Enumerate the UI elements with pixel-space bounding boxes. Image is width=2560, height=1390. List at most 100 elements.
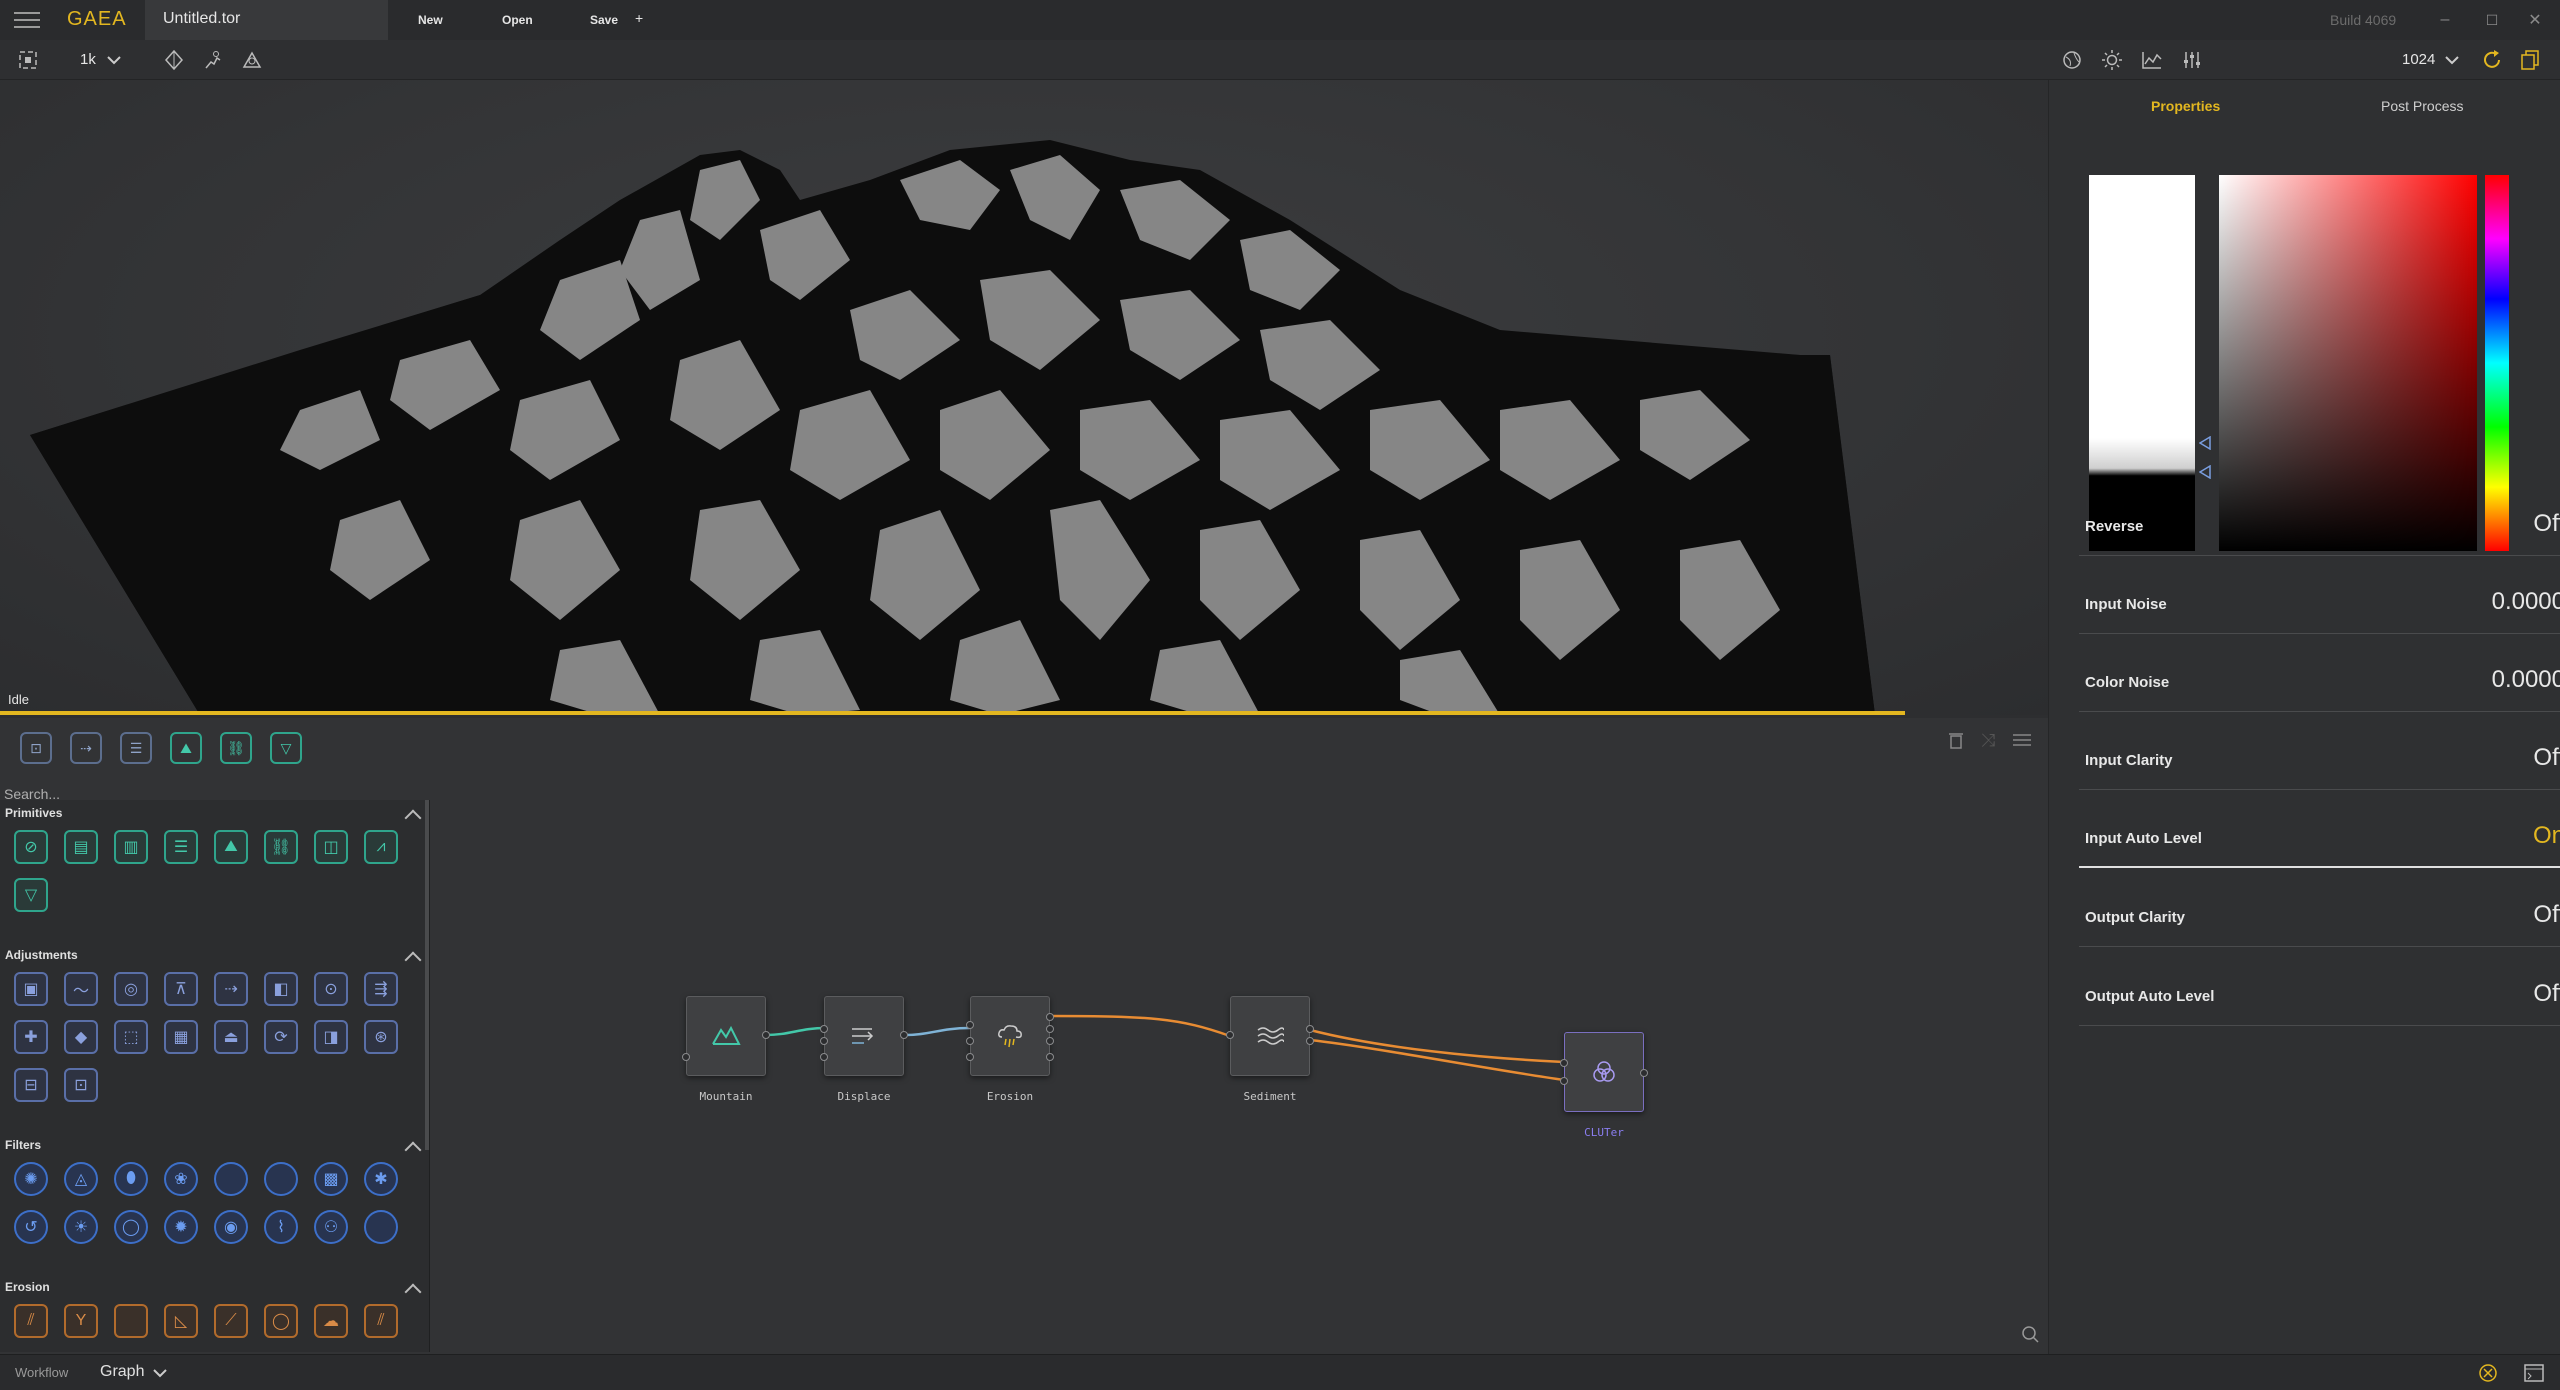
port[interactable] [1226, 1031, 1234, 1039]
property-value[interactable]: On [2533, 822, 2560, 850]
tab-post-process[interactable]: Post Process [2381, 98, 2463, 114]
port[interactable] [1306, 1025, 1314, 1033]
light-direction-icon[interactable] [240, 48, 264, 72]
node-library-icon[interactable]: ❀ [164, 1162, 198, 1196]
value-marker-icon[interactable] [2198, 435, 2211, 451]
port[interactable] [682, 1053, 690, 1061]
node-library-icon[interactable]: ◺ [164, 1304, 198, 1338]
node-library-icon[interactable] [264, 1162, 298, 1196]
node-library-icon[interactable]: ⌇ [264, 1210, 298, 1244]
node-library-icon[interactable]: ◨ [314, 1020, 348, 1054]
property-row[interactable]: Input Auto Level On [2079, 790, 2560, 868]
node-library-icon[interactable]: ▤ [64, 830, 98, 864]
globe-icon[interactable] [2060, 48, 2084, 72]
node-library-icon[interactable]: Y [64, 1304, 98, 1338]
file-tab[interactable]: Untitled.tor [145, 0, 388, 40]
section-title[interactable]: Erosion [5, 1280, 50, 1294]
node-library-icon[interactable]: ⊟ [14, 1068, 48, 1102]
property-row[interactable]: Output Auto Level Off [2079, 948, 2560, 1026]
node-erosion[interactable] [966, 996, 1054, 1076]
node-library-icon[interactable]: ⛓ [264, 830, 298, 864]
node-library-icon[interactable]: ⬚ [114, 1020, 148, 1054]
node-library-icon[interactable]: ◎ [114, 972, 148, 1006]
node-library-icon[interactable]: ⊘ [14, 830, 48, 864]
3d-viewport[interactable]: Idle [0, 80, 2048, 715]
property-value[interactable]: Off [2533, 980, 2560, 1008]
chevron-up-icon[interactable] [404, 951, 422, 969]
console-icon[interactable] [2522, 1361, 2546, 1385]
minimize-icon[interactable]: – [2435, 10, 2455, 30]
port[interactable] [1560, 1077, 1568, 1085]
port[interactable] [1046, 1053, 1054, 1061]
port[interactable] [1046, 1037, 1054, 1045]
node-library-icon[interactable]: ✹ [164, 1210, 198, 1244]
maximize-icon[interactable]: ☐ [2482, 10, 2502, 30]
build-output-icon[interactable] [2518, 48, 2542, 72]
node-library-icon[interactable]: ◉ [214, 1210, 248, 1244]
node-library-icon[interactable]: ⊡ [64, 1068, 98, 1102]
node-library-icon[interactable]: ◧ [264, 972, 298, 1006]
port[interactable] [820, 1025, 828, 1033]
port[interactable] [966, 1053, 974, 1061]
node-library-icon[interactable] [114, 1304, 148, 1338]
node-cluter[interactable] [1560, 1032, 1648, 1112]
frame-icon[interactable] [16, 48, 40, 72]
node-library-icon[interactable]: ✱ [364, 1162, 398, 1196]
chevron-up-icon[interactable] [404, 1141, 422, 1159]
scrollbar[interactable] [425, 800, 429, 1150]
node-library-icon[interactable]: ⏏ [214, 1020, 248, 1054]
node-library-icon[interactable]: ▽ [14, 878, 48, 912]
node-library-icon[interactable]: 〜 [64, 972, 98, 1006]
node-library-icon[interactable]: ⟋ [214, 1304, 248, 1338]
property-row[interactable]: Reverse Off [2079, 478, 2560, 556]
sun-icon[interactable] [2100, 48, 2124, 72]
node-library-icon[interactable]: ⛰ [214, 830, 248, 864]
section-title[interactable]: Filters [5, 1138, 41, 1152]
graph-select[interactable]: Graph [100, 1363, 144, 1381]
node-library-icon[interactable]: ◬ [64, 1162, 98, 1196]
port[interactable] [820, 1053, 828, 1061]
node-library-icon[interactable]: ⇢ [214, 972, 248, 1006]
new-button[interactable]: New [418, 13, 443, 27]
node-library-icon[interactable]: ⊙ [314, 972, 348, 1006]
node-library-icon[interactable]: ✺ [14, 1162, 48, 1196]
node-library-icon[interactable] [214, 1162, 248, 1196]
port[interactable] [820, 1037, 828, 1045]
output-resolution-select[interactable]: 1024 [2402, 51, 2435, 68]
node-library-icon[interactable]: ⫽ [14, 1304, 48, 1338]
port[interactable] [1640, 1069, 1648, 1077]
value-marker-icon[interactable] [2198, 464, 2211, 480]
node-library-icon[interactable] [364, 1210, 398, 1244]
node-library-icon[interactable]: ◯ [114, 1210, 148, 1244]
node-library-icon[interactable]: ☀ [64, 1210, 98, 1244]
node-library-icon[interactable]: ⫽ [364, 1304, 398, 1338]
open-button[interactable]: Open [502, 13, 533, 27]
resolution-select[interactable]: 1k [80, 51, 96, 68]
close-icon[interactable]: ✕ [2525, 10, 2545, 30]
port[interactable] [1560, 1059, 1568, 1067]
port[interactable] [1306, 1037, 1314, 1045]
property-value[interactable]: Off [2533, 510, 2560, 538]
node-library-icon[interactable]: ⊼ [164, 972, 198, 1006]
node-library-icon[interactable]: ▥ [114, 830, 148, 864]
node-library-icon[interactable]: ⬮ [114, 1162, 148, 1196]
save-button[interactable]: Save [590, 13, 618, 27]
node-library-icon[interactable]: ⩘ [364, 830, 398, 864]
zoom-search-icon[interactable] [2018, 1322, 2042, 1346]
node-library-icon[interactable]: ▩ [314, 1162, 348, 1196]
node-library-icon[interactable]: ☁ [314, 1304, 348, 1338]
node-sediment[interactable] [1226, 996, 1314, 1076]
node-library-icon[interactable]: ▣ [14, 972, 48, 1006]
property-value[interactable]: 0.0000 [2492, 588, 2560, 616]
node-library-icon[interactable]: ▦ [164, 1020, 198, 1054]
chevron-down-icon[interactable] [150, 1363, 170, 1383]
chevron-up-icon[interactable] [404, 809, 422, 827]
property-value[interactable]: 0.0000 [2492, 666, 2560, 694]
node-library-icon[interactable]: ◯ [264, 1304, 298, 1338]
node-library-icon[interactable]: ☰ [164, 830, 198, 864]
property-row[interactable]: Output Clarity Off [2079, 869, 2560, 947]
section-title[interactable]: Adjustments [5, 948, 78, 962]
property-value[interactable]: Off [2533, 744, 2560, 772]
node-library-icon[interactable]: ⟳ [264, 1020, 298, 1054]
perspective-icon[interactable] [162, 48, 186, 72]
